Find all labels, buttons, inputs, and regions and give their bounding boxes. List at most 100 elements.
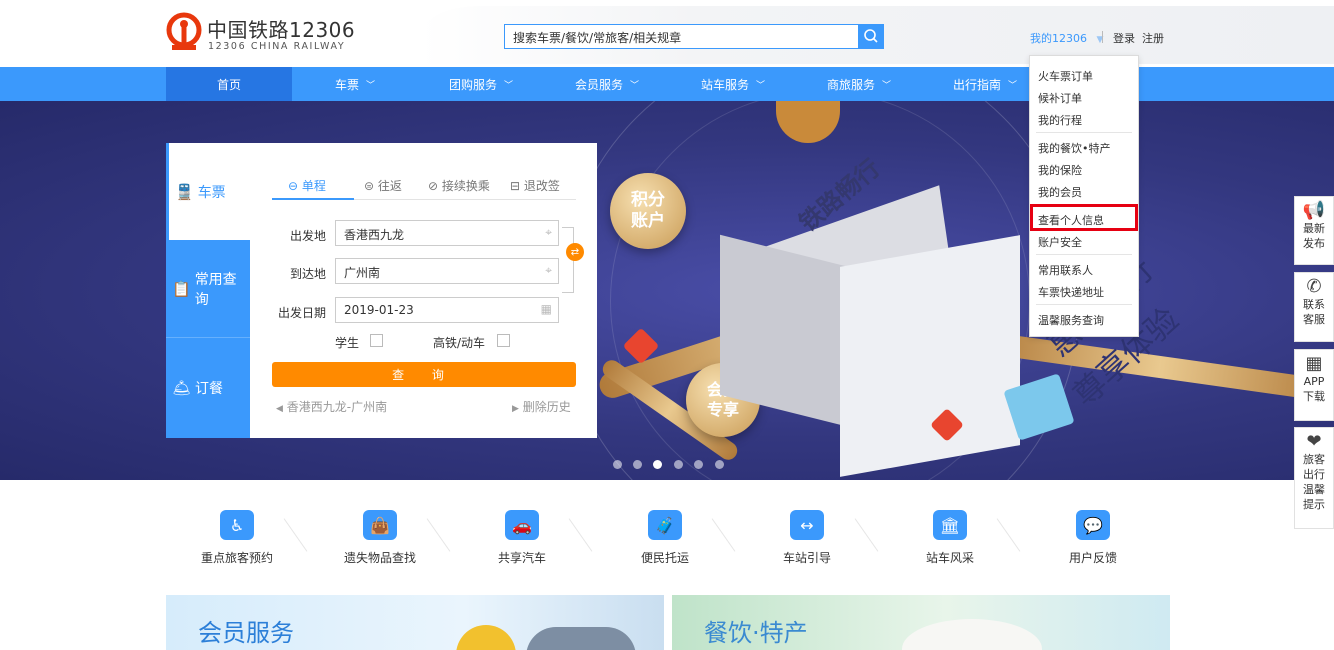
side-tab-frequent-query[interactable]: 📋 常用查询 — [166, 240, 250, 338]
nav-label: 出行指南 — [952, 77, 1001, 92]
menu-item-my-trips[interactable]: 我的行程 — [1038, 112, 1082, 128]
service-baggage-shipping[interactable]: 🧳 便民托运 — [615, 510, 715, 566]
toolbar-travel-tips[interactable]: ❤ 旅客出行温馨提示 — [1294, 427, 1334, 529]
to-label: 到达地 — [289, 267, 326, 281]
tab-one-way[interactable]: ⊖ 单程 — [288, 177, 326, 194]
logo-title[interactable]: 中国铁路12306 — [207, 14, 355, 43]
from-station-input[interactable]: 香港西九龙 ⌖ — [335, 220, 559, 246]
history-label: 香港西九龙-广州南 — [286, 400, 388, 414]
menu-item-my-food[interactable]: 我的餐饮•特产 — [1038, 140, 1111, 156]
chevron-down-icon: ﹀ — [1008, 80, 1018, 91]
clear-history-button[interactable]: ▶ 删除历史 — [512, 398, 571, 415]
service-divider — [711, 518, 736, 552]
service-user-feedback[interactable]: 💬 用户反馈 — [1043, 510, 1143, 566]
toolbar-app-download[interactable]: ▦ APP下载 — [1294, 349, 1334, 421]
service-car-sharing[interactable]: 🚗 共享汽车 — [472, 510, 572, 566]
service-station-style[interactable]: 🏛 站车风采 — [900, 510, 1000, 566]
toolbar-contact-service[interactable]: ✆ 联系客服 — [1294, 272, 1334, 342]
menu-divider — [1036, 254, 1132, 255]
tab-label: 单程 — [301, 179, 326, 193]
chevron-down-icon: ﹀ — [882, 80, 892, 91]
student-checkbox[interactable] — [370, 334, 383, 347]
toolbar-latest-release[interactable]: 📢 最新发布 — [1294, 196, 1334, 265]
to-station-input[interactable]: 广州南 ⌖ — [335, 258, 559, 284]
menu-item-contacts[interactable]: 常用联系人 — [1038, 262, 1093, 278]
login-link[interactable]: 登录 — [1113, 30, 1135, 46]
nav-label: 会员服务 — [574, 77, 623, 92]
tab-round-trip[interactable]: ⊜ 往返 — [364, 177, 402, 194]
menu-divider — [1036, 304, 1132, 305]
menu-item-train-orders[interactable]: 火车票订单 — [1038, 68, 1093, 84]
plate-image — [902, 619, 1042, 650]
service-label: 遗失物品查找 — [343, 551, 416, 565]
nav-station-service[interactable]: 站车服务 ﹀ — [670, 67, 796, 101]
carousel-dot[interactable] — [633, 460, 642, 469]
side-tab-label: 车票 — [197, 184, 226, 201]
refund-icon: ⊟ — [510, 179, 521, 193]
tab-transfer[interactable]: ⊘ 接续换乘 — [428, 177, 490, 194]
caret-right-icon: ▶ — [512, 404, 519, 414]
promo-member-service[interactable]: 会员服务 — [166, 595, 664, 650]
carousel-dot[interactable] — [694, 460, 703, 469]
my-12306-menu[interactable]: 我的12306 ▼ — [1030, 30, 1103, 46]
service-priority-passenger[interactable]: ♿ 重点旅客预约 — [187, 510, 287, 566]
nav-business-service[interactable]: 商旅服务 ﹀ — [796, 67, 922, 101]
megaphone-icon: 📢 — [1302, 200, 1326, 221]
high-speed-checkbox[interactable] — [497, 334, 510, 347]
toolbar-label: 最新发布 — [1303, 222, 1325, 250]
side-tab-tickets[interactable]: 🚆 车票 — [166, 143, 250, 240]
side-tab-label: 常用查询 — [194, 271, 237, 308]
nav-group-service[interactable]: 团购服务 ﹀ — [418, 67, 544, 101]
badge-text: 账户 — [631, 211, 665, 231]
service-station-guide[interactable]: ↔ 车站引导 — [757, 510, 857, 566]
caret-left-icon: ◀ — [276, 404, 283, 414]
wheelchair-icon: ♿ — [220, 510, 254, 540]
to-station-value: 广州南 — [344, 266, 381, 280]
menu-item-my-membership[interactable]: 我的会员 — [1038, 184, 1082, 200]
highlight-box — [1030, 204, 1138, 231]
toolbar-label: 旅客出行温馨提示 — [1303, 453, 1325, 511]
one-way-icon: ⊖ — [288, 179, 299, 193]
nav-member-service[interactable]: 会员服务 ﹀ — [544, 67, 670, 101]
menu-item-service-query[interactable]: 温馨服务查询 — [1038, 312, 1104, 328]
departure-date-input[interactable]: 2019-01-23 ▦ — [335, 297, 559, 323]
nav-label: 车票 — [334, 77, 359, 92]
register-link[interactable]: 注册 — [1142, 30, 1164, 46]
promo-title: 餐饮·特产 — [704, 619, 808, 647]
nav-label: 首页 — [216, 77, 241, 92]
swap-stations-button[interactable]: ⇄ — [566, 243, 584, 261]
query-button[interactable]: 查 询 — [272, 362, 576, 387]
tab-label: 接续换乘 — [441, 179, 490, 193]
points-account-badge[interactable]: 积分 账户 — [610, 173, 686, 249]
carousel-dot-active[interactable] — [653, 460, 662, 469]
tab-refund-change[interactable]: ⊟ 退改签 — [510, 177, 560, 194]
railway-logo-icon[interactable] — [166, 12, 202, 52]
carousel-dot[interactable] — [715, 460, 724, 469]
menu-item-delivery-address[interactable]: 车票快递地址 — [1038, 284, 1104, 300]
student-label: 学生 — [335, 336, 360, 350]
chat-bubble-icon: 💬 — [1076, 510, 1110, 540]
side-tab-label: 订餐 — [195, 381, 224, 397]
badge-text: 专享 — [706, 400, 739, 419]
history-item[interactable]: ◀ 香港西九龙-广州南 — [276, 398, 387, 415]
my-12306-label: 我的12306 — [1030, 32, 1087, 45]
menu-item-waitlist-orders[interactable]: 候补订单 — [1038, 90, 1082, 106]
document-icon: 📋 — [172, 279, 191, 298]
train-image — [526, 627, 636, 650]
search-button[interactable] — [858, 24, 884, 49]
nav-tickets[interactable]: 车票 ﹀ — [292, 67, 418, 101]
carousel-dot[interactable] — [613, 460, 622, 469]
nav-home[interactable]: 首页 — [166, 67, 292, 101]
cube-front — [840, 235, 1020, 477]
signpost-icon: ↔ — [790, 510, 824, 540]
menu-item-account-security[interactable]: 账户安全 — [1038, 234, 1082, 250]
side-tab-meal-order[interactable]: 🛎 订餐 — [166, 338, 250, 438]
search-input[interactable]: 搜索车票/餐饮/常旅客/相关规章 — [504, 24, 860, 49]
service-lost-found[interactable]: 👜 遗失物品查找 — [330, 510, 430, 566]
service-label: 重点旅客预约 — [200, 551, 273, 565]
carousel-dot[interactable] — [674, 460, 683, 469]
from-label: 出发地 — [289, 229, 326, 243]
promo-food-specialty[interactable]: 餐饮·特产 — [672, 595, 1170, 650]
menu-item-my-insurance[interactable]: 我的保险 — [1038, 162, 1082, 178]
tab-label: 退改签 — [523, 179, 560, 193]
